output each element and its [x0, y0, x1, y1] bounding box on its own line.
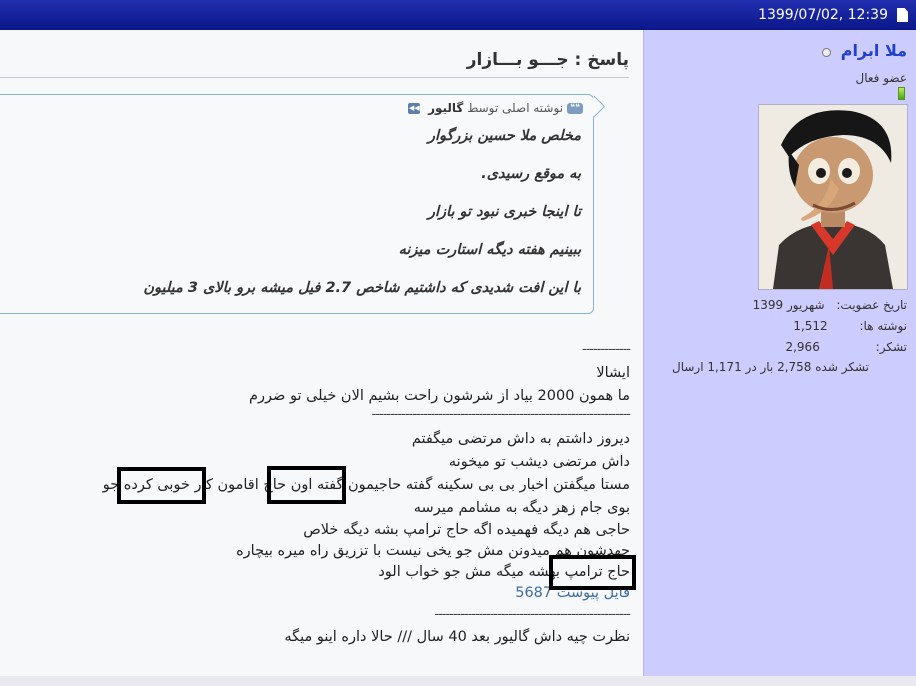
- username-link[interactable]: ملا ابرام: [841, 41, 907, 60]
- body-line: نظرت چیه داش گالیور بعد 40 سال /// حالا …: [284, 629, 630, 645]
- thanks-row: تشکر: 2,966: [785, 340, 907, 354]
- quote-icon: ❝❝: [567, 103, 583, 114]
- post-content: پاسخ : جـــو بـــازار ❝❝ نوشته اصلی توسط …: [0, 30, 643, 676]
- quote-line: تا اینجا خبری نبود تو بازار: [428, 204, 581, 220]
- body-line: داش مرتضی دیشب تو میخونه: [448, 454, 630, 470]
- user-sidebar: ملا ابرام عضو فعال تاریخ عضویت: شهریور 1…: [643, 30, 916, 676]
- thanks-value: 2,966: [785, 340, 820, 354]
- offline-status-icon: [821, 48, 831, 57]
- separator-line: -------------: [582, 342, 631, 357]
- thanked-count: تشکر شده 2,758 بار در 1,171 ارسال: [671, 360, 869, 374]
- top-bar: 1399/07/02, 12:39: [0, 0, 916, 30]
- join-date-value: شهریور 1399: [752, 298, 825, 312]
- thanks-label: تشکر:: [875, 340, 907, 354]
- quote-notch: [583, 95, 606, 118]
- quote-author[interactable]: گالیور: [428, 101, 463, 115]
- user-rank: عضو فعال: [855, 71, 907, 85]
- separator-line: ----------------------------------------…: [434, 607, 631, 622]
- posts-label: نوشته ها:: [859, 319, 908, 333]
- body-line: ما همون 2000 بیاد از شرشون راحت بشیم الا…: [249, 388, 630, 404]
- quote-line: با این افت شدیدی که داشتیم شاخص 2.7 فیل …: [143, 280, 581, 296]
- posts-row: نوشته ها: 1,512: [793, 319, 907, 333]
- quote-line: مخلص ملا حسین بزرگوار: [427, 128, 581, 144]
- quote-block: ❝❝ نوشته اصلی توسط گالیور ◀◀ مخلص ملا حسی…: [0, 94, 606, 314]
- quote-line: ببینیم هفته دیگه استارت میزنه: [398, 242, 581, 258]
- avatar-image: [759, 105, 907, 289]
- quote-line: به موقع رسیدی.: [481, 166, 581, 182]
- body-line: بوی جام زهر دیگه به مشامم میرسه: [413, 500, 630, 516]
- separator-line: ----------------------------------------…: [371, 407, 631, 422]
- post-title: پاسخ : جـــو بـــازار: [466, 50, 629, 70]
- posts-value: 1,512: [793, 319, 828, 333]
- quote-prefix: نوشته اصلی توسط: [467, 101, 563, 115]
- reputation-icon: [898, 87, 905, 100]
- username-row: ملا ابرام: [821, 41, 907, 60]
- join-date-row: تاریخ عضویت: شهریور 1399: [753, 298, 907, 312]
- body-line: حاجی هم دیگه فهمیده اگه حاج ترامپ بشه دی…: [303, 522, 630, 538]
- body-line: ایشالا: [596, 365, 630, 381]
- quote-header: ❝❝ نوشته اصلی توسط گالیور ◀◀: [408, 101, 583, 115]
- title-divider: [0, 77, 629, 78]
- body-line: دیروز داشتم به داش مرتضی میگفتم: [411, 431, 630, 447]
- highlight-box: [267, 466, 346, 504]
- avatar[interactable]: [758, 104, 908, 290]
- highlight-box: [117, 467, 206, 504]
- join-date-label: تاریخ عضویت:: [836, 298, 907, 312]
- bottom-strip: [0, 676, 916, 686]
- highlight-box: [549, 555, 636, 590]
- post-datetime: 1399/07/02, 12:39: [758, 7, 888, 23]
- document-icon[interactable]: [897, 8, 908, 22]
- view-post-icon[interactable]: ◀◀: [408, 103, 421, 114]
